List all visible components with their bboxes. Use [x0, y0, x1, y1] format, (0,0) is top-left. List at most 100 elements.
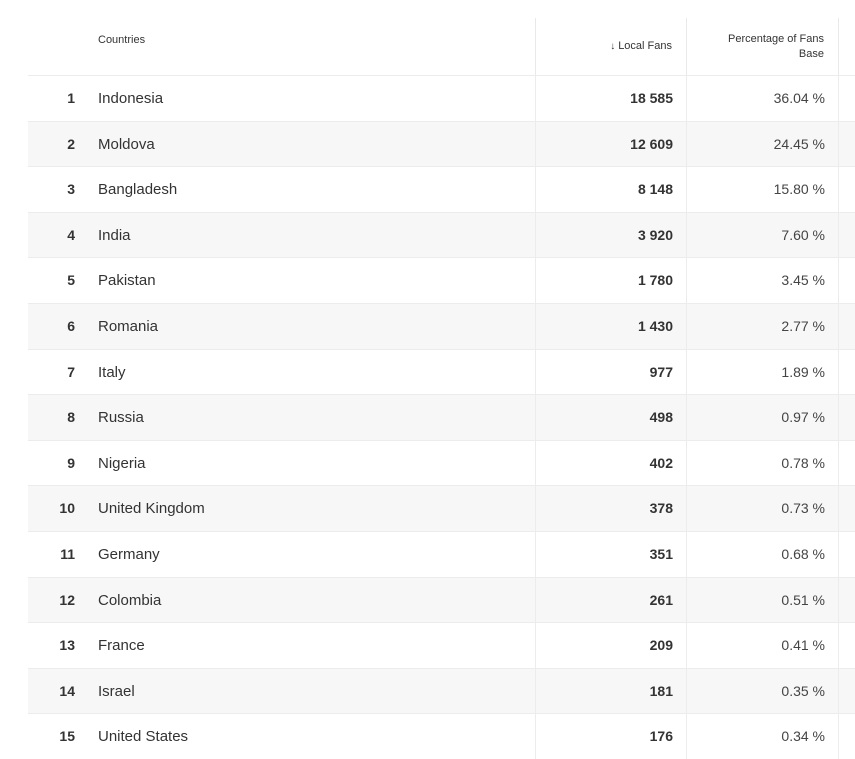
rank-cell: 9	[67, 454, 75, 471]
local-fans-cell: 1 780	[535, 258, 686, 303]
percentage-cell: 1.89 %	[686, 349, 838, 395]
country-cell: Israel	[98, 682, 135, 700]
table-header: Countries ↓ Local Fans Percentage of Fans…	[28, 18, 855, 75]
extra-cell	[838, 577, 855, 623]
percentage-cell: 0.73 %	[686, 486, 838, 531]
extra-cell	[838, 531, 855, 577]
table-row: 8 Russia 498 0.97 %	[28, 394, 855, 440]
local-fans-cell: 176	[535, 714, 686, 759]
rank-cell: 7	[67, 363, 75, 380]
percentage-cell: 0.41 %	[686, 623, 838, 668]
rank-cell: 8	[67, 409, 75, 426]
rank-cell: 13	[59, 637, 75, 654]
local-fans-cell: 402	[535, 440, 686, 486]
column-header-extra	[838, 18, 855, 75]
table-row: 12 Colombia 261 0.51 %	[28, 576, 855, 623]
column-header-countries[interactable]: Countries	[98, 34, 145, 46]
extra-cell	[838, 258, 855, 303]
rank-cell: 2	[67, 135, 75, 152]
country-cell: Moldova	[98, 135, 155, 153]
country-cell: United States	[98, 728, 189, 746]
percentage-cell: 3.45 %	[686, 258, 838, 303]
extra-cell	[838, 623, 855, 668]
rank-cell: 12	[59, 591, 75, 608]
table-body: 1 Indonesia 18 585 36.04 % 2 Moldova 12 …	[28, 75, 855, 759]
table-row: 13 France 209 0.41 %	[28, 622, 855, 668]
rank-cell: 4	[67, 226, 75, 243]
country-cell: Pakistan	[98, 272, 156, 290]
extra-cell	[838, 167, 855, 212]
percentage-cell: 0.51 %	[686, 577, 838, 623]
local-fans-cell: 498	[535, 395, 686, 440]
country-cell: Bangladesh	[98, 181, 178, 199]
table-row: 14 Israel 181 0.35 %	[28, 667, 855, 714]
country-cell: Nigeria	[98, 454, 146, 472]
table-row: 5 Pakistan 1 780 3.45 %	[28, 257, 855, 303]
country-cell: India	[98, 226, 131, 244]
local-fans-cell: 351	[535, 531, 686, 577]
table-row: 11 Germany 351 0.68 %	[28, 530, 855, 577]
table-row: 9 Nigeria 402 0.78 %	[28, 439, 855, 486]
rank-cell: 15	[59, 728, 75, 745]
percentage-cell: 0.68 %	[686, 531, 838, 577]
percentage-label-line2: Base	[798, 48, 824, 60]
local-fans-cell: 12 609	[535, 121, 686, 167]
local-fans-cell: 1 430	[535, 303, 686, 349]
countries-table: Countries ↓ Local Fans Percentage of Fans…	[28, 18, 855, 759]
sort-down-icon: ↓	[610, 41, 616, 52]
extra-cell	[838, 349, 855, 395]
local-fans-cell: 977	[535, 349, 686, 395]
local-fans-cell: 3 920	[535, 212, 686, 258]
percentage-cell: 24.45 %	[686, 121, 838, 167]
extra-cell	[838, 395, 855, 440]
local-fans-cell: 209	[535, 623, 686, 668]
percentage-cell: 2.77 %	[686, 303, 838, 349]
table-row: 10 United Kingdom 378 0.73 %	[28, 485, 855, 531]
percentage-cell: 0.97 %	[686, 395, 838, 440]
extra-cell	[838, 714, 855, 759]
country-cell: Germany	[98, 545, 160, 563]
rank-cell: 14	[59, 682, 75, 699]
extra-cell	[838, 303, 855, 349]
table-row: 7 Italy 977 1.89 %	[28, 348, 855, 395]
extra-cell	[838, 121, 855, 167]
column-header-percentage[interactable]: Percentage of Fans Base	[686, 18, 838, 75]
extra-cell	[838, 486, 855, 531]
local-fans-cell: 378	[535, 486, 686, 531]
table-row: 6 Romania 1 430 2.77 %	[28, 302, 855, 349]
percentage-cell: 36.04 %	[686, 76, 838, 121]
rank-cell: 6	[67, 317, 75, 334]
local-fans-cell: 18 585	[535, 76, 686, 121]
local-fans-cell: 8 148	[535, 167, 686, 212]
country-cell: Italy	[98, 363, 126, 381]
extra-cell	[838, 76, 855, 121]
column-header-local-fans[interactable]: ↓ Local Fans	[535, 18, 686, 75]
table-row: 15 United States 176 0.34 %	[28, 713, 855, 759]
local-fans-cell: 181	[535, 668, 686, 714]
table-row: 2 Moldova 12 609 24.45 %	[28, 120, 855, 167]
table-row: 1 Indonesia 18 585 36.04 %	[28, 75, 855, 121]
extra-cell	[838, 440, 855, 486]
rank-cell: 10	[59, 500, 75, 517]
country-cell: Russia	[98, 409, 144, 427]
percentage-cell: 7.60 %	[686, 212, 838, 258]
rank-cell: 11	[60, 545, 75, 562]
country-cell: Romania	[98, 317, 159, 335]
country-cell: United Kingdom	[98, 500, 205, 518]
extra-cell	[838, 212, 855, 258]
rank-cell: 5	[67, 272, 75, 289]
local-fans-label: Local Fans	[618, 40, 672, 52]
percentage-cell: 0.35 %	[686, 668, 838, 714]
table-row: 4 India 3 920 7.60 %	[28, 211, 855, 258]
country-cell: Indonesia	[98, 90, 164, 107]
percentage-cell: 0.78 %	[686, 440, 838, 486]
percentage-cell: 0.34 %	[686, 714, 838, 759]
country-cell: France	[98, 637, 145, 655]
country-cell: Colombia	[98, 591, 162, 609]
rank-cell: 3	[67, 181, 75, 198]
percentage-cell: 15.80 %	[686, 167, 838, 212]
rank-cell: 1	[67, 90, 75, 106]
extra-cell	[838, 668, 855, 714]
percentage-label-line1: Percentage of Fans	[727, 33, 824, 45]
local-fans-cell: 261	[535, 577, 686, 623]
